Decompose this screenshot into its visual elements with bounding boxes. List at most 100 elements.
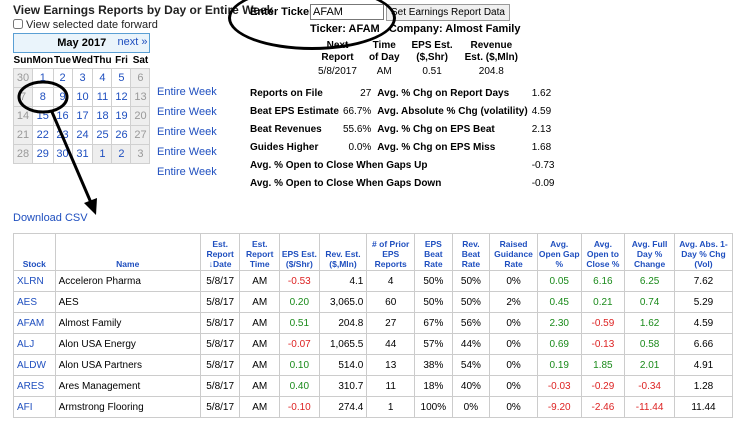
entire-week-link[interactable]: Entire Week — [157, 106, 217, 118]
view-forward-toggle[interactable]: View selected date forward — [13, 19, 158, 31]
calendar-week: 28 29 30 31 1 2 3 — [13, 144, 151, 164]
calendar-day: 14 — [13, 106, 33, 126]
table-cell: Alon USA Energy — [54, 333, 201, 355]
calendar-day[interactable]: 5 — [111, 68, 132, 88]
table-cell: 0% — [489, 270, 538, 292]
table-cell: 310.7 — [318, 375, 368, 397]
stock-symbol-link[interactable]: ALJ — [13, 333, 56, 355]
table-cell: 6.66 — [673, 333, 734, 355]
calendar-day[interactable]: 17 — [71, 106, 94, 126]
column-header[interactable]: Avg. Open to Close % — [580, 233, 626, 271]
calendar-day[interactable]: 1 — [32, 68, 54, 88]
weekday-label: Sat — [132, 55, 149, 66]
calendar-day[interactable]: 2 — [52, 68, 73, 88]
table-cell: 0.45 — [536, 291, 582, 313]
table-cell: 4.59 — [673, 312, 734, 334]
weekday-label: Sun — [13, 55, 33, 66]
calendar-day[interactable]: 4 — [92, 68, 113, 88]
calendar-day[interactable]: 23 — [52, 125, 73, 145]
calendar-day[interactable]: 10 — [71, 87, 94, 107]
table-cell: 0% — [489, 312, 538, 334]
column-header[interactable]: Rev. Beat Rate — [451, 233, 491, 271]
calendar-day[interactable]: 25 — [92, 125, 113, 145]
table-cell: Armstrong Flooring — [54, 396, 201, 418]
table-cell: 0.69 — [536, 333, 582, 355]
column-header[interactable]: Avg. Open Gap % — [536, 233, 582, 271]
entire-week-link[interactable]: Entire Week — [157, 146, 217, 158]
table-cell: 50% — [451, 270, 491, 292]
calendar-day: 1 — [92, 144, 113, 164]
calendar-day[interactable]: 19 — [111, 106, 132, 126]
entire-week-link[interactable]: Entire Week — [157, 86, 217, 98]
stat-label: Avg. % Chg on EPS Beat — [377, 123, 495, 135]
table-cell: 11 — [366, 375, 416, 397]
table-cell: 5/8/17 — [199, 396, 241, 418]
table-cell: 18% — [414, 375, 453, 397]
column-header[interactable]: Rev. Est. ($,Mln) — [318, 233, 368, 271]
column-header[interactable]: Est. Report Time — [239, 233, 281, 271]
calendar-day[interactable]: 31 — [71, 144, 94, 164]
calendar-day: 3 — [130, 144, 151, 164]
stock-symbol-link[interactable]: ARES — [13, 375, 56, 397]
report-header-line: of Day — [368, 52, 400, 63]
stock-symbol-link[interactable]: AES — [13, 291, 56, 313]
table-cell: 0.58 — [624, 333, 675, 355]
set-earnings-button[interactable]: Set Earnings Report Data — [386, 4, 510, 21]
calendar-day[interactable]: 11 — [92, 87, 113, 107]
table-cell: AES — [54, 291, 201, 313]
calendar-day[interactable]: 16 — [52, 106, 73, 126]
calendar-day[interactable]: 15 — [32, 106, 54, 126]
calendar-day[interactable]: 9 — [52, 87, 73, 107]
table-cell: AM — [239, 354, 281, 376]
entire-week-link[interactable]: Entire Week — [157, 166, 217, 178]
calendar-day[interactable]: 8 — [32, 87, 54, 107]
stock-symbol-link[interactable]: ALDW — [13, 354, 56, 376]
report-header: Next Report — [312, 40, 363, 64]
report-value: 5/8/2017 — [318, 66, 357, 77]
column-header[interactable]: Est. Report ↓Date — [199, 233, 241, 271]
table-cell: 6.25 — [624, 270, 675, 292]
calendar-day[interactable]: 22 — [32, 125, 54, 145]
stat-value: 0.0% — [348, 141, 372, 153]
table-cell: 67% — [414, 312, 453, 334]
column-header[interactable]: EPS Beat Rate — [414, 233, 453, 271]
column-header[interactable]: EPS Est. ($/Shr) — [279, 233, 320, 271]
stat-label: Avg. % Chg on EPS Miss — [377, 141, 496, 153]
calendar-day[interactable]: 29 — [32, 144, 54, 164]
calendar-day[interactable]: 18 — [92, 106, 113, 126]
stock-symbol-link[interactable]: AFI — [13, 396, 56, 418]
calendar-day: 27 — [130, 125, 151, 145]
column-header[interactable]: Raised Guidance Rate — [489, 233, 538, 271]
table-cell: -0.03 — [536, 375, 582, 397]
entire-week-link[interactable]: Entire Week — [157, 126, 217, 138]
report-header-line: EPS Est. — [411, 40, 453, 51]
calendar-day[interactable]: 12 — [111, 87, 132, 107]
table-cell: 13 — [366, 354, 416, 376]
column-header[interactable]: # of Prior EPS Reports — [366, 233, 416, 271]
table-cell: AM — [239, 312, 281, 334]
table-row: AFAM Almost Family 5/8/17 AM 0.51 204.8 27 67% 5… — [13, 312, 734, 334]
calendar-day[interactable]: 24 — [71, 125, 94, 145]
table-cell: -11.44 — [624, 396, 675, 418]
calendar-day[interactable]: 3 — [71, 68, 94, 88]
calendar-next-link[interactable]: next » — [118, 36, 148, 48]
calendar-day: 28 — [13, 144, 33, 164]
view-forward-checkbox[interactable] — [13, 19, 23, 29]
stock-symbol-link[interactable]: XLRN — [13, 270, 56, 292]
report-header: EPS Est. ($,Shr) — [406, 40, 459, 64]
calendar-day[interactable]: 30 — [52, 144, 73, 164]
report-header-line: Report — [321, 52, 354, 63]
table-cell: 0% — [489, 375, 538, 397]
column-header[interactable]: Avg. Full Day % Change — [624, 233, 675, 271]
table-cell: 514.0 — [318, 354, 368, 376]
column-header[interactable]: Stock — [13, 233, 56, 271]
stock-symbol-link[interactable]: AFAM — [13, 312, 56, 334]
column-header[interactable]: Avg. Abs. 1-Day % Chg (Vol) — [673, 233, 734, 271]
download-csv-link[interactable]: Download CSV — [13, 212, 88, 224]
column-header[interactable]: Name — [54, 233, 201, 271]
table-cell: 4 — [366, 270, 416, 292]
calendar-day[interactable]: 26 — [111, 125, 132, 145]
table-cell: 27 — [366, 312, 416, 334]
table-cell: 5/8/17 — [199, 291, 241, 313]
stats-row-wide: Avg. % Open to Close When Gaps Down -0.09 — [250, 174, 558, 192]
